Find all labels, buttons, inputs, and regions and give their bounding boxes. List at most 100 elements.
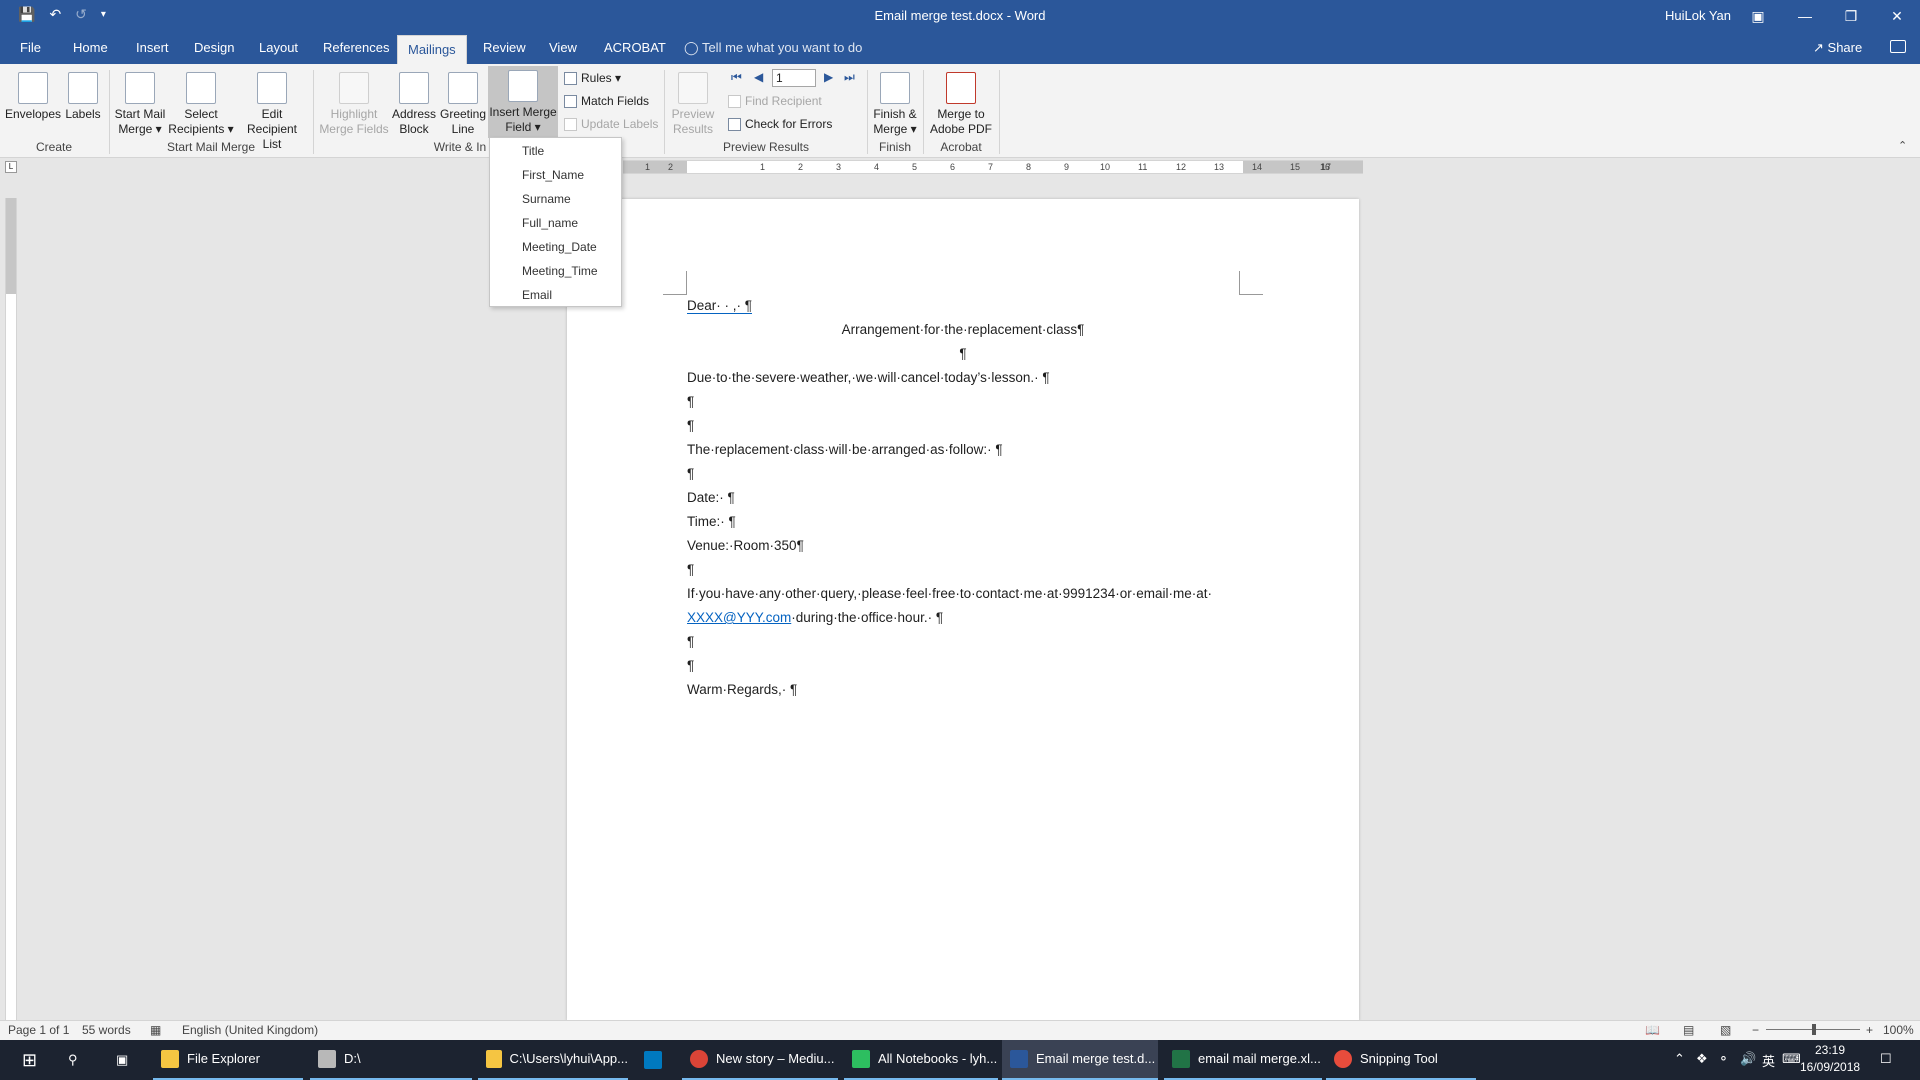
find-recipient-button[interactable]: Find Recipient: [728, 91, 822, 111]
wifi-icon[interactable]: ⚬: [1718, 1051, 1729, 1067]
salutation[interactable]: Dear· · ,· ¶: [687, 297, 753, 315]
web-layout-icon[interactable]: ▧: [1720, 1023, 1731, 1037]
closing-line[interactable]: Warm·Regards,· ¶: [687, 681, 797, 699]
tab-review[interactable]: Review: [473, 32, 536, 64]
tab-references[interactable]: References: [313, 32, 399, 64]
merge-field-title[interactable]: Title: [522, 141, 544, 161]
preview-results-button[interactable]: Preview Results: [668, 68, 718, 137]
comments-icon[interactable]: [1890, 40, 1906, 53]
blank-paragraph[interactable]: ¶: [687, 657, 694, 675]
search-button[interactable]: ⚲: [60, 1040, 100, 1080]
tab-view[interactable]: View: [539, 32, 587, 64]
vertical-ruler[interactable]: [5, 198, 17, 1020]
tab-layout[interactable]: Layout: [249, 32, 308, 64]
next-record-icon[interactable]: ▶: [824, 70, 833, 84]
proofing-icon[interactable]: ▦: [150, 1023, 161, 1037]
previous-record-icon[interactable]: ◀: [754, 70, 763, 84]
envelopes-button[interactable]: Envelopes: [4, 68, 62, 122]
merge-to-pdf-button[interactable]: Merge to Adobe PDF: [926, 68, 996, 137]
insert-merge-field-button[interactable]: Insert Merge Field ▾: [488, 66, 558, 138]
merge-field-email[interactable]: Email: [522, 285, 552, 305]
user-name[interactable]: HuiLok Yan: [1665, 8, 1731, 23]
merge-field-full-name[interactable]: Full_name: [522, 213, 578, 233]
greeting-line-button[interactable]: Greeting Line: [438, 68, 488, 137]
highlight-merge-fields-button[interactable]: Highlight Merge Fields: [318, 68, 390, 137]
date-line[interactable]: Date:· ¶: [687, 489, 735, 507]
blank-paragraph[interactable]: ¶: [687, 633, 694, 651]
body-line-cancel[interactable]: Due·to·the·severe·weather,·we·will·cance…: [687, 369, 1050, 387]
rules-button[interactable]: Rules ▾: [564, 68, 621, 88]
blank-paragraph[interactable]: ¶: [687, 393, 694, 411]
taskbar-folder[interactable]: C:\Users\lyhui\App...: [478, 1040, 628, 1080]
start-mail-merge-button[interactable]: Start Mail Merge ▾: [112, 68, 168, 137]
document-page[interactable]: Dear· · ,· ¶ Arrangement·for·the·replace…: [567, 199, 1359, 1021]
record-number-input[interactable]: 1: [772, 69, 816, 87]
print-layout-icon[interactable]: ▤: [1683, 1023, 1694, 1037]
horizontal-ruler[interactable]: 1 2 1 2 3 4 5 6 7 8 9 10 11 12 13 14 15 …: [623, 160, 1363, 174]
taskbar-drive[interactable]: D:\: [310, 1040, 472, 1080]
blank-paragraph[interactable]: ¶: [687, 561, 694, 579]
venue-line[interactable]: Venue:·Room·350¶: [687, 537, 804, 555]
taskbar-trello[interactable]: [636, 1040, 676, 1080]
show-hidden-icons-icon[interactable]: ⌃: [1674, 1051, 1685, 1067]
zoom-out-icon[interactable]: −: [1752, 1023, 1759, 1037]
blank-paragraph[interactable]: ¶: [567, 345, 1359, 363]
task-view-button[interactable]: ▣: [108, 1040, 148, 1080]
last-record-icon[interactable]: ⏭: [844, 70, 855, 85]
zoom-slider-thumb[interactable]: [1812, 1024, 1816, 1035]
first-record-icon[interactable]: ⏮: [731, 70, 742, 85]
tab-mailings[interactable]: Mailings: [397, 35, 467, 64]
query-line[interactable]: If·you·have·any·other·query,·please·feel…: [687, 585, 1212, 603]
tab-acrobat[interactable]: ACROBAT: [594, 32, 676, 64]
language-indicator[interactable]: English (United Kingdom): [182, 1023, 318, 1037]
merge-field-meeting-date[interactable]: Meeting_Date: [522, 237, 597, 257]
finish-merge-button[interactable]: Finish & Merge ▾: [870, 68, 920, 137]
collapse-ribbon-icon[interactable]: ⌃: [1898, 139, 1907, 152]
ribbon-display-options-icon[interactable]: ▣: [1735, 0, 1781, 32]
taskbar-excel[interactable]: email mail merge.xl...: [1164, 1040, 1322, 1080]
blank-paragraph[interactable]: ¶: [687, 465, 694, 483]
restore-button[interactable]: ❐: [1828, 0, 1874, 32]
zoom-level[interactable]: 100%: [1883, 1023, 1914, 1037]
address-block-button[interactable]: Address Block: [390, 68, 438, 137]
tab-insert[interactable]: Insert: [126, 32, 179, 64]
clock[interactable]: 23:19 16/09/2018: [1800, 1042, 1860, 1076]
check-for-errors-button[interactable]: Check for Errors: [728, 114, 832, 134]
taskbar-file-explorer[interactable]: File Explorer: [153, 1040, 303, 1080]
select-recipients-button[interactable]: Select Recipients ▾: [168, 68, 234, 137]
tab-design[interactable]: Design: [184, 32, 244, 64]
taskbar-chrome[interactable]: New story – Mediu...: [682, 1040, 838, 1080]
tell-me-box[interactable]: ◯ Tell me what you want to do: [684, 32, 862, 64]
merge-field-first-name[interactable]: First_Name: [522, 165, 584, 185]
match-fields-button[interactable]: Match Fields: [564, 91, 649, 111]
blank-paragraph[interactable]: ¶: [687, 417, 694, 435]
body-line-arranged[interactable]: The·replacement·class·will·be·arranged·a…: [687, 441, 1003, 459]
share-button[interactable]: ↗ Share: [1813, 32, 1862, 64]
merge-field-surname[interactable]: Surname: [522, 189, 571, 209]
ime-icon[interactable]: 英: [1762, 1051, 1775, 1070]
read-mode-icon[interactable]: 📖: [1645, 1023, 1660, 1037]
minimize-button[interactable]: —: [1782, 0, 1828, 32]
query-line-2[interactable]: XXXX@YYY.com·during·the·office·hour.· ¶: [687, 609, 943, 627]
tab-selector[interactable]: L: [5, 161, 17, 173]
dropbox-icon[interactable]: ❖: [1696, 1051, 1708, 1067]
close-button[interactable]: ✕: [1874, 0, 1920, 32]
time-line[interactable]: Time:· ¶: [687, 513, 736, 531]
keyboard-icon[interactable]: ⌨: [1782, 1051, 1801, 1067]
start-button[interactable]: ⊞: [14, 1040, 54, 1080]
update-labels-button[interactable]: Update Labels: [564, 114, 658, 134]
taskbar-word[interactable]: Email merge test.d...: [1002, 1040, 1158, 1080]
zoom-in-icon[interactable]: +: [1866, 1023, 1873, 1037]
labels-button[interactable]: Labels: [62, 68, 104, 122]
tab-file[interactable]: File: [10, 32, 51, 64]
tab-home[interactable]: Home: [63, 32, 118, 64]
email-link[interactable]: XXXX@YYY.com: [687, 610, 791, 625]
taskbar-snipping-tool[interactable]: Snipping Tool: [1326, 1040, 1476, 1080]
page-count[interactable]: Page 1 of 1: [8, 1023, 69, 1037]
notifications-icon[interactable]: ☐: [1880, 1051, 1892, 1067]
heading[interactable]: Arrangement·for·the·replacement·class¶: [567, 321, 1359, 339]
taskbar-onenote[interactable]: All Notebooks - lyh...: [844, 1040, 998, 1080]
volume-icon[interactable]: 🔊: [1740, 1051, 1756, 1067]
word-count[interactable]: 55 words: [82, 1023, 131, 1037]
merge-field-meeting-time[interactable]: Meeting_Time: [522, 261, 598, 281]
